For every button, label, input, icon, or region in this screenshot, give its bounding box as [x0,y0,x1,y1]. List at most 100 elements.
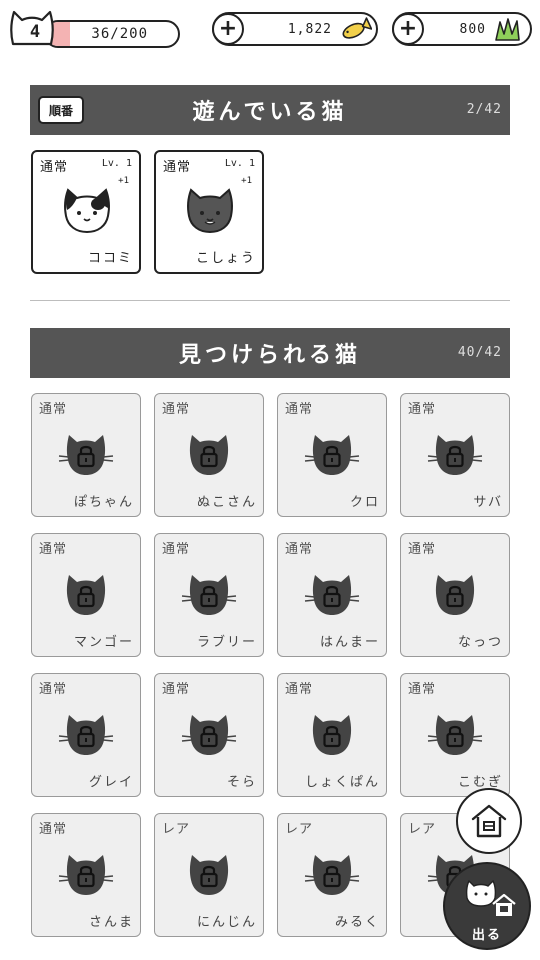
locked-cat-card[interactable]: 通常マンゴー [31,533,141,657]
cat-name: サバ [473,495,503,510]
locked-cat-silhouette-icon [427,715,483,755]
locked-cat-silhouette-icon [427,435,483,475]
locked-cat-silhouette-icon [58,435,114,475]
cat-name: ぬこさん [196,495,257,510]
cat-rarity: 通常 [285,682,314,697]
home-button[interactable] [456,788,522,854]
cat-name: ぽちゃん [73,495,134,510]
locked-cat-card[interactable]: 通常そら [154,673,264,797]
player-level: 4 [29,22,41,42]
cat-name: そら [226,775,257,790]
locked-cat-card[interactable]: 通常クロ [277,393,387,517]
cat-name: ココミ [87,251,133,266]
gray-cat-icon [186,188,234,234]
cat-rarity: 通常 [285,402,314,417]
cat-name: クロ [349,495,380,510]
xp-bar: 36/200 [44,20,180,48]
add-grass-button[interactable]: + [392,13,424,45]
sort-button[interactable]: 順番 [38,96,84,124]
player-level-display: 36/200 4 [8,6,180,48]
exit-button[interactable]: 出る [443,862,531,950]
top-status-bar: 36/200 4 + 1,822 + 800 [0,0,540,60]
locked-cat-silhouette-icon [181,575,237,615]
cat-name: はんまー [319,635,380,650]
cat-house-exit-icon [465,879,516,916]
cat-rarity: 通常 [162,682,191,697]
calico-cat-icon [63,188,111,234]
discoverable-cats-title: 見つけられる猫 [178,343,361,368]
discoverable-cats-count: 40/42 [457,345,502,360]
locked-cat-card[interactable]: 通常ぽちゃん [31,393,141,517]
cat-rarity: 通常 [163,160,192,175]
cat-rarity: 通常 [39,682,68,697]
cat-rarity: 通常 [39,542,68,557]
locked-cat-silhouette-icon [66,575,106,615]
xp-text: 36/200 [91,26,148,42]
locked-cat-silhouette-icon [189,855,229,895]
cat-level: Lv. 1 [224,158,255,169]
locked-cat-card[interactable]: 通常 ぬこさん [154,393,264,517]
cat-rarity: 通常 [408,542,437,557]
fish-currency: + 1,822 [212,12,378,46]
locked-cat-card[interactable]: レアにんじん [154,813,264,937]
cat-rarity: 通常 [39,822,68,837]
locked-cat-card[interactable]: 通常こむぎ [400,673,510,797]
fish-amount: 1,822 [287,21,332,37]
playing-cats-title: 遊んでいる猫 [192,100,348,125]
plus-icon: + [218,16,238,41]
cat-name: こしょう [195,251,256,266]
grass-icon [495,18,520,41]
cat-name: なっつ [457,635,503,650]
cat-rarity: レア [408,822,437,837]
owned-cat-card[interactable]: 通常 Lv. 1 +1 こしょう [154,150,264,274]
locked-cat-silhouette-icon [181,715,237,755]
fish-icon [342,17,372,39]
cat-name: みるく [334,915,380,930]
locked-cat-silhouette-icon [304,435,360,475]
locked-cat-silhouette-icon [189,435,229,475]
cat-rarity: レア [162,822,191,837]
locked-cat-card[interactable]: 通常さんま [31,813,141,937]
cat-rarity: 通常 [40,160,69,175]
locked-cat-silhouette-icon [58,715,114,755]
locked-cat-card[interactable]: 通常はんまー [277,533,387,657]
grass-amount: 800 [459,21,486,37]
cat-rarity: 通常 [285,542,314,557]
plus-icon: + [398,16,418,41]
cat-level: Lv. 1 [101,158,132,169]
locked-cat-silhouette-icon [58,855,114,895]
exit-label: 出る [471,928,502,943]
locked-cat-card[interactable]: 通常しょくぱん [277,673,387,797]
cat-bonus: +1 [241,176,252,186]
locked-cat-silhouette-icon [304,855,360,895]
cat-name: こむぎ [457,775,503,790]
playing-cats-count: 2/42 [466,102,502,117]
locked-cat-card[interactable]: レアみるく [277,813,387,937]
cat-rarity: 通常 [162,542,191,557]
locked-cat-card[interactable]: 通常サバ [400,393,510,517]
cat-name: にんじん [196,915,257,930]
cat-name: グレイ [88,775,134,790]
cat-name: ラブリー [196,635,257,650]
locked-cat-silhouette-icon [304,575,360,615]
cat-rarity: 通常 [408,402,437,417]
grass-currency: + 800 [392,12,532,46]
section-divider [30,300,510,301]
cat-bonus: +1 [118,176,129,186]
cat-rarity: 通常 [408,682,437,697]
cat-rarity: 通常 [39,402,68,417]
cat-name: さんま [88,915,134,930]
locked-cat-silhouette-icon [435,575,475,615]
cat-name: マンゴー [73,635,134,650]
add-fish-button[interactable]: + [212,13,244,45]
locked-cat-card[interactable]: 通常なっつ [400,533,510,657]
cat-name: しょくぱん [304,775,380,790]
discoverable-cats-header: 見つけられる猫 40/42 [30,328,510,378]
playing-cats-header: 順番 遊んでいる猫 2/42 [30,85,510,135]
locked-cat-card[interactable]: 通常ラブリー [154,533,264,657]
house-icon [471,804,507,838]
locked-cat-card[interactable]: 通常グレイ [31,673,141,797]
cat-rarity: レア [285,822,314,837]
locked-cat-silhouette-icon [312,715,352,755]
owned-cat-card[interactable]: 通常 Lv. 1 +1 ココミ [31,150,141,274]
